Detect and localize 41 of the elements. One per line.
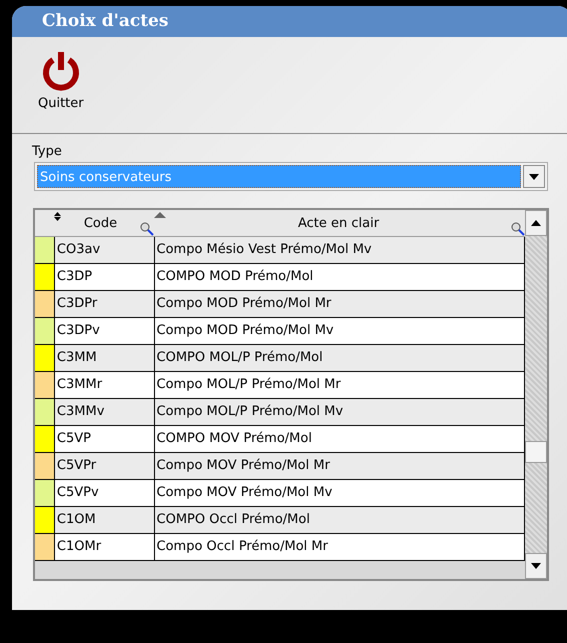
power-icon bbox=[40, 51, 81, 91]
scroll-up-icon[interactable] bbox=[525, 210, 547, 236]
table-row[interactable]: C5VPv Compo MOV Prémo/Mol Mv bbox=[35, 480, 525, 507]
table-row[interactable]: C3MMr Compo MOL/P Prémo/Mol Mr bbox=[35, 372, 525, 399]
table-cell: C3DPr bbox=[54, 291, 155, 317]
table-cell: C3DP bbox=[54, 264, 155, 290]
quit-button[interactable]: Quitter bbox=[38, 51, 84, 111]
search-icon[interactable] bbox=[511, 222, 525, 236]
table-row[interactable]: C1OM COMPO Occl Prémo/Mol bbox=[35, 507, 525, 534]
scroll-down-icon[interactable] bbox=[525, 553, 547, 579]
table-cell: C5VPv bbox=[54, 480, 155, 506]
sort-icon bbox=[54, 212, 61, 221]
table-cell: C5VPr bbox=[54, 453, 155, 479]
window-title: Choix d'actes bbox=[12, 6, 567, 37]
scroll-thumb[interactable] bbox=[525, 441, 547, 463]
table-cell: C3DPv bbox=[54, 318, 155, 344]
column-header[interactable]: Code bbox=[54, 210, 154, 236]
column-title: Code bbox=[82, 216, 118, 230]
table-cell: CO3av bbox=[54, 237, 155, 263]
column-title: Acte en clair bbox=[296, 216, 380, 230]
sort-icon bbox=[154, 212, 166, 218]
search-icon[interactable] bbox=[140, 222, 154, 236]
table-row[interactable]: C3DPr Compo MOD Prémo/Mol Mr bbox=[35, 291, 525, 318]
table-row[interactable]: C3MM COMPO MOL/P Prémo/Mol bbox=[35, 345, 525, 372]
table-row[interactable]: C5VPr Compo MOV Prémo/Mol Mr bbox=[35, 453, 525, 480]
column-header[interactable]: Acte en clair bbox=[154, 210, 525, 236]
table-row[interactable]: C5VP COMPO MOV Prémo/Mol bbox=[35, 426, 525, 453]
table-cell: C5VP bbox=[54, 426, 155, 452]
table-cell: C3MM bbox=[54, 345, 155, 371]
vertical-scrollbar[interactable] bbox=[525, 210, 547, 579]
table-row[interactable]: C3DPv Compo MOD Prémo/Mol Mv bbox=[35, 318, 525, 345]
table-row[interactable]: C3DP COMPO MOD Prémo/Mol bbox=[35, 264, 525, 291]
table-row[interactable]: CO3av Compo Mésio Vest Prémo/Mol Mv bbox=[35, 237, 525, 264]
table-row[interactable]: C3MMv Compo MOL/P Prémo/Mol Mv bbox=[35, 399, 525, 426]
dropdown-value: Soins conservateurs bbox=[37, 165, 521, 188]
table-cell: C3MMr bbox=[54, 372, 155, 398]
table-cell: C1OMr bbox=[54, 534, 155, 560]
type-label: Type bbox=[32, 144, 63, 159]
table-row[interactable]: C1OMr Compo Occl Prémo/Mol Mr bbox=[35, 534, 525, 561]
table-cell: C1OM bbox=[54, 507, 155, 533]
table-cell: C3MMv bbox=[54, 399, 155, 425]
